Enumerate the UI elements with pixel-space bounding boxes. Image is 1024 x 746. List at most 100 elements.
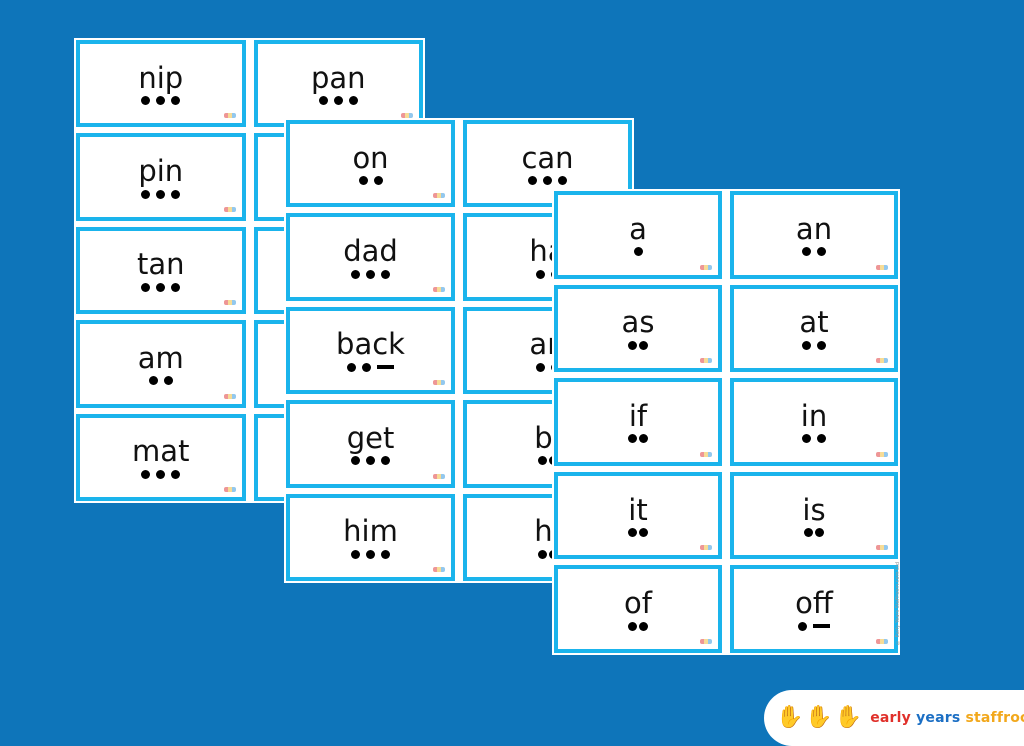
- phoneme-dot-mark: [366, 269, 375, 279]
- sound-buttons: [141, 468, 181, 480]
- mini-logo-icon: [433, 193, 445, 199]
- brand-word-years: years: [916, 710, 961, 726]
- mini-logo-icon: [223, 300, 236, 306]
- mini-logo-icon: [700, 264, 712, 270]
- phoneme-dot-mark: [628, 621, 637, 631]
- phoneme-dot-mark: [537, 456, 547, 466]
- phoneme-dot-mark: [381, 549, 390, 559]
- card-word: back: [336, 327, 405, 362]
- card-word: am: [137, 340, 184, 375]
- sound-buttons: [802, 246, 826, 258]
- phoneme-dot-mark: [333, 96, 343, 106]
- phoneme-dot-mark: [141, 469, 151, 479]
- digraph-dash-mark: [813, 624, 830, 629]
- brand-logo: ✋ ✋ ✋ early years staffroom: [764, 690, 1024, 746]
- word-card: pan: [253, 40, 423, 128]
- card-word: tan: [136, 247, 185, 282]
- digraph-dash-mark: [377, 365, 394, 370]
- phoneme-dot-mark: [373, 176, 383, 186]
- sound-buttons: [318, 95, 358, 107]
- mini-logo-icon: [876, 264, 888, 270]
- phoneme-dot-mark: [535, 362, 545, 372]
- phoneme-dot-mark: [802, 340, 811, 350]
- word-card: in: [730, 378, 898, 466]
- phoneme-dot-mark: [348, 96, 358, 106]
- word-card: tan: [76, 226, 246, 315]
- phoneme-dot-mark: [156, 189, 166, 199]
- phoneme-dot-mark: [358, 176, 368, 186]
- phoneme-dot-mark: [148, 376, 158, 386]
- mini-logo-icon: [700, 451, 712, 457]
- phoneme-dot-mark: [362, 362, 371, 372]
- mini-logo-icon: [223, 393, 236, 399]
- phoneme-dot-mark: [528, 176, 537, 186]
- word-card: am: [76, 320, 246, 408]
- phoneme-dot-mark: [558, 176, 567, 186]
- sound-buttons: [802, 339, 826, 351]
- sound-buttons: [148, 375, 173, 387]
- phoneme-dot-mark: [535, 269, 545, 279]
- phoneme-dot-mark: [802, 247, 811, 257]
- card-word: it: [628, 492, 648, 527]
- phoneme-dot-mark: [141, 282, 151, 292]
- sound-buttons: [802, 433, 826, 445]
- phoneme-dot-mark: [633, 247, 643, 257]
- sound-buttons: [528, 175, 567, 187]
- card-word: in: [800, 398, 828, 433]
- phoneme-dot-mark: [543, 176, 552, 186]
- phoneme-dot-mark: [639, 340, 648, 350]
- word-card: back: [286, 306, 455, 395]
- phoneme-dot-mark: [639, 434, 648, 444]
- copyright-text: © Early Years Staffroom.com Ltd: [895, 562, 901, 645]
- sound-buttons: [351, 455, 390, 467]
- phoneme-dot-mark: [347, 362, 356, 372]
- card-word: a: [629, 211, 647, 246]
- sound-buttons: [351, 268, 390, 280]
- phoneme-dot-mark: [537, 549, 547, 559]
- word-card: nip: [76, 40, 246, 128]
- word-card: at: [730, 284, 898, 373]
- mini-logo-icon: [700, 545, 712, 551]
- phoneme-dot-mark: [171, 96, 181, 106]
- blue-hand-icon: ✋: [805, 705, 833, 730]
- word-card: is: [730, 471, 898, 560]
- sound-buttons: [633, 246, 643, 258]
- word-card: if: [554, 378, 722, 466]
- brand-word-early: early: [870, 710, 911, 726]
- phoneme-dot-mark: [817, 340, 826, 350]
- card-word: dad: [343, 234, 398, 269]
- red-hand-icon: ✋: [776, 705, 804, 730]
- sound-buttons: [804, 527, 824, 539]
- word-card: get: [286, 400, 455, 488]
- phoneme-dot-mark: [628, 434, 637, 444]
- phoneme-dot-mark: [381, 456, 390, 466]
- sound-buttons: [628, 433, 648, 445]
- card-word: can: [521, 140, 574, 175]
- brand-word-staffroom: staffroom: [965, 710, 1024, 726]
- mini-logo-icon: [700, 358, 712, 364]
- phoneme-dot-mark: [366, 549, 375, 559]
- flashcard-sheet-3: a an as at if in it is of off © Early Years Staffr…: [552, 189, 901, 655]
- word-card: mat: [76, 413, 246, 501]
- card-word: off: [795, 586, 833, 621]
- card-word: of: [624, 586, 652, 621]
- phoneme-dot-mark: [798, 621, 807, 631]
- word-card: on: [286, 120, 455, 208]
- card-word: on: [352, 140, 389, 175]
- sound-buttons: [358, 175, 383, 187]
- card-word: at: [799, 305, 829, 340]
- card-word: is: [802, 492, 826, 527]
- phoneme-dot-mark: [171, 469, 181, 479]
- phoneme-dot-mark: [156, 282, 166, 292]
- sound-buttons: [628, 527, 648, 539]
- phoneme-dot-mark: [804, 528, 813, 538]
- phoneme-dot-mark: [156, 96, 166, 106]
- mini-logo-icon: [876, 451, 888, 457]
- phoneme-dot-mark: [639, 621, 648, 631]
- sound-buttons: [141, 95, 181, 107]
- phoneme-dot-mark: [171, 189, 181, 199]
- phoneme-dot-mark: [381, 269, 390, 279]
- phoneme-dot-mark: [366, 456, 375, 466]
- mini-logo-icon: [876, 545, 888, 551]
- mini-logo-icon: [223, 113, 236, 119]
